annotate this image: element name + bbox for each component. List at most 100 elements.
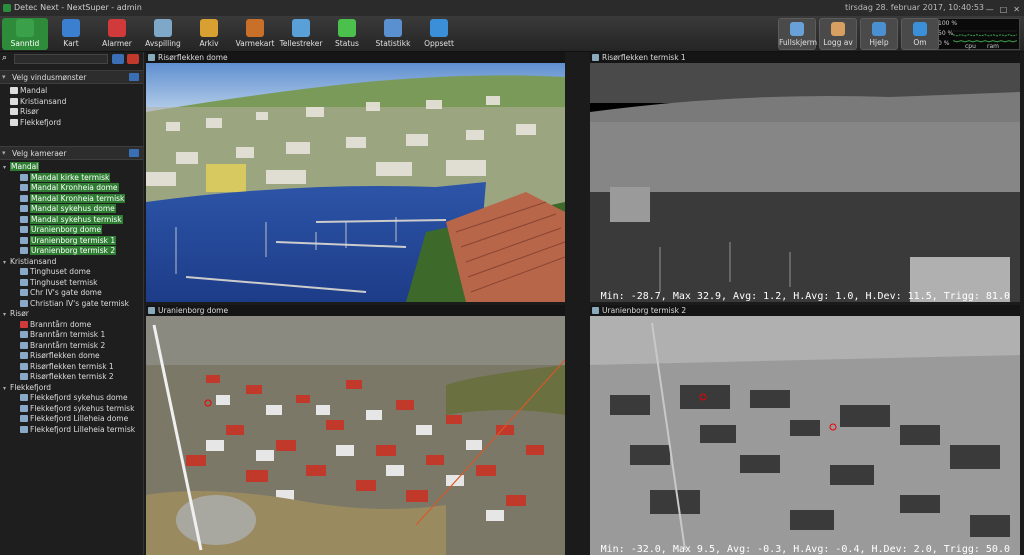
video-view-2[interactable]: Risørflekken termisk 1 Min: -28.7, Max 3…: [590, 52, 1020, 302]
camera-item[interactable]: Mandal Kronheia termisk: [0, 193, 143, 205]
performance-monitor: 100 % 50 % 0 % cpu ram: [934, 18, 1020, 50]
toolbar-button-label: Fullskjerm: [779, 38, 818, 47]
window-pattern-item[interactable]: Mandal: [0, 86, 143, 97]
camera-icon: [20, 425, 28, 433]
window-pattern-item[interactable]: Risør: [0, 107, 143, 118]
toolbar-button-label: Tellestreker: [279, 39, 323, 48]
window-pattern-label: Risør: [20, 107, 39, 116]
camera-icon: [20, 299, 28, 307]
camera-item[interactable]: Branntårn dome: [0, 320, 143, 331]
camera-item[interactable]: Mandal kirke termisk: [0, 172, 143, 184]
camera-group[interactable]: ▾ Kristiansand: [0, 257, 143, 268]
ram-label: ram: [987, 43, 999, 50]
video-view-3[interactable]: Uranienborg dome: [146, 305, 565, 555]
window-pattern-item[interactable]: Flekkefjord: [0, 118, 143, 129]
toolbar-button-label: Kart: [63, 39, 79, 48]
toolbar-button-statistikk[interactable]: Statistikk: [370, 18, 416, 50]
camera-icon: [20, 205, 28, 212]
video-title: Risørflekken termisk 1: [602, 53, 686, 62]
toolbar-button-status[interactable]: Status: [324, 18, 370, 50]
camera-item[interactable]: Mandal sykehus dome: [0, 204, 143, 215]
cameras-title: Velg kameraer: [12, 149, 67, 158]
camera-item[interactable]: Flekkefjord Lilleheia termisk: [0, 425, 143, 436]
toolbar-button-oppsett[interactable]: Oppsett: [416, 18, 462, 50]
camera-icon: [592, 307, 599, 314]
cpu-label: cpu: [965, 43, 976, 50]
camera-item[interactable]: Uranienborg dome: [0, 225, 143, 236]
window-pattern-item[interactable]: Kristiansand: [0, 97, 143, 108]
camera-item[interactable]: Risørflekken termisk 2: [0, 372, 143, 383]
video-view-4[interactable]: Uranienborg termisk 2 Min: -32.0, Max 9.…: [590, 305, 1020, 555]
camera-label: Risørflekken dome: [30, 351, 100, 360]
camera-group[interactable]: ▾ Risør: [0, 309, 143, 320]
toolbar-button-label: Avspilling: [145, 39, 181, 48]
camera-item[interactable]: Uranienborg termisk 2: [0, 246, 143, 257]
camera-item[interactable]: Tinghuset dome: [0, 267, 143, 278]
toolbar-button-label: Logg av: [823, 38, 853, 47]
camera-item[interactable]: Flekkefjord sykehus dome: [0, 393, 143, 404]
window-patterns-title: Velg vindusmønster: [12, 73, 87, 82]
info-icon: [913, 22, 927, 36]
camera-label: Flekkefjord sykehus dome: [30, 393, 128, 402]
window-patterns-header[interactable]: ▾ Velg vindusmønster: [0, 70, 143, 84]
search-icon[interactable]: ⌕: [2, 53, 7, 63]
camera-item[interactable]: Flekkefjord Lilleheia dome: [0, 414, 143, 425]
camera-label: Risørflekken termisk 1: [30, 361, 114, 371]
camera-label: Flekkefjord Lilleheia termisk: [30, 424, 136, 434]
cameras-header[interactable]: ▾ Velg kameraer: [0, 146, 143, 160]
camera-item[interactable]: Tinghuset termisk: [0, 278, 143, 289]
camera-item[interactable]: Uranienborg termisk 1: [0, 235, 143, 247]
grid-layout-icon: [10, 108, 18, 115]
camera-item[interactable]: Chr IV's gate dome: [0, 288, 143, 299]
camera-item[interactable]: Risørflekken termisk 1: [0, 362, 143, 373]
toolbar-button-logg-av[interactable]: Logg av: [819, 18, 857, 50]
sidebar: ⌕ ▾ Velg vindusmønster Mandal Kristiansan…: [0, 52, 144, 555]
toolbar-button-avspilling[interactable]: Avspilling: [140, 18, 186, 50]
camera-label: Chr IV's gate dome: [30, 288, 102, 297]
layout-icon[interactable]: [129, 73, 139, 81]
toolbar-button-hjelp[interactable]: Hjelp: [860, 18, 898, 50]
toolbar-button-om[interactable]: Om: [901, 18, 939, 50]
refresh-button[interactable]: [112, 54, 124, 64]
camera-group[interactable]: ▾ Flekkefjord: [0, 383, 143, 394]
camera-icon: [148, 54, 155, 61]
layout-icon[interactable]: [129, 149, 139, 157]
camera-icon: [20, 331, 28, 338]
camera-item[interactable]: Branntårn termisk 1: [0, 330, 143, 341]
camera-icon: [16, 19, 34, 37]
chevron-down-icon: ▾: [2, 73, 6, 81]
ram-line: [953, 34, 1017, 37]
video-view-1[interactable]: Risørflekken dome: [146, 52, 565, 302]
camera-group-label: Risør: [10, 309, 29, 318]
toolbar-button-sanntid[interactable]: Sanntid: [2, 18, 48, 50]
toolbar-button-alarmer[interactable]: Alarmer: [94, 18, 140, 50]
camera-item[interactable]: Christian IV's gate termisk: [0, 299, 143, 310]
camera-group[interactable]: ▾ Mandal: [0, 162, 143, 173]
camera-item[interactable]: Mandal sykehus termisk: [0, 214, 143, 226]
camera-item[interactable]: Risørflekken dome: [0, 351, 143, 362]
camera-item[interactable]: Flekkefjord sykehus termisk: [0, 404, 143, 415]
video-title-bar: Risørflekken termisk 1: [590, 52, 1020, 63]
camera-icon: [20, 247, 28, 254]
toolbar-button-label: Oppsett: [424, 39, 454, 48]
toolbar-button-fullskjerm[interactable]: Fullskjerm: [778, 18, 818, 50]
town-image: [146, 316, 565, 555]
toolbar-button-varmekart[interactable]: Varmekart: [232, 18, 278, 50]
camera-item[interactable]: Mandal Kronheia dome: [0, 183, 143, 194]
toolbar-button-arkiv[interactable]: Arkiv: [186, 18, 232, 50]
thermal-stats-overlay: Min: -28.7, Max 32.9, Avg: 1.2, H.Avg: 1…: [600, 291, 1010, 302]
toolbar-button-tellestreker[interactable]: Tellestreker: [278, 18, 324, 50]
camera-label: Mandal kirke termisk: [30, 172, 111, 182]
camera-item[interactable]: Branntårn termisk 2: [0, 341, 143, 352]
camera-icon: [20, 184, 28, 191]
help-icon: [872, 22, 886, 36]
camera-label: Branntårn termisk 2: [30, 340, 106, 350]
alarm-icon: [108, 19, 126, 37]
toolbar-button-kart[interactable]: Kart: [48, 18, 94, 50]
camera-label: Mandal Kronheia dome: [30, 183, 119, 192]
search-input[interactable]: [14, 54, 108, 64]
camera-label: Mandal Kronheia termisk: [30, 193, 126, 203]
video-title: Risørflekken dome: [158, 53, 228, 62]
toolbar-button-label: Varmekart: [235, 39, 275, 48]
clear-button[interactable]: [127, 54, 139, 64]
